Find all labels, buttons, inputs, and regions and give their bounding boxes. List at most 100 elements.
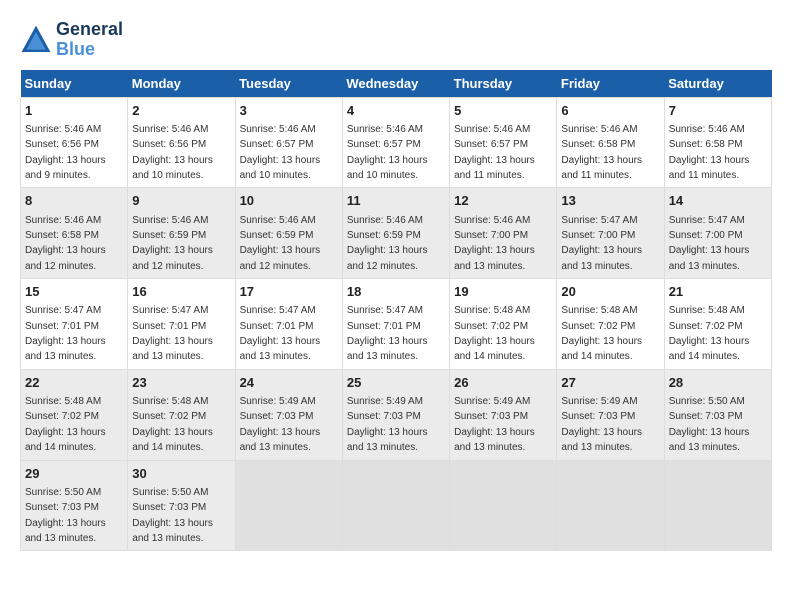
calendar-week-row: 22 Sunrise: 5:48 AMSunset: 7:02 PMDayligh… [21, 369, 772, 460]
day-number: 22 [25, 374, 123, 392]
day-number: 28 [669, 374, 767, 392]
day-number: 9 [132, 192, 230, 210]
calendar-cell [235, 460, 342, 551]
cell-content: Sunrise: 5:47 AMSunset: 7:00 PMDaylight:… [669, 215, 750, 272]
cell-content: Sunrise: 5:46 AMSunset: 6:57 PMDaylight:… [347, 124, 428, 181]
cell-content: Sunrise: 5:49 AMSunset: 7:03 PMDaylight:… [454, 396, 535, 453]
cell-content: Sunrise: 5:46 AMSunset: 6:59 PMDaylight:… [240, 215, 321, 272]
page-header: General Blue [20, 20, 772, 60]
day-number: 14 [669, 192, 767, 210]
day-number: 20 [561, 283, 659, 301]
calendar-cell [557, 460, 664, 551]
calendar-table: SundayMondayTuesdayWednesdayThursdayFrid… [20, 70, 772, 552]
calendar-cell: 4 Sunrise: 5:46 AMSunset: 6:57 PMDaylight… [342, 97, 449, 188]
calendar-cell: 13 Sunrise: 5:47 AMSunset: 7:00 PMDayligh… [557, 188, 664, 279]
calendar-header-cell: Thursday [450, 70, 557, 98]
cell-content: Sunrise: 5:46 AMSunset: 6:58 PMDaylight:… [669, 124, 750, 181]
cell-content: Sunrise: 5:48 AMSunset: 7:02 PMDaylight:… [561, 305, 642, 362]
day-number: 13 [561, 192, 659, 210]
calendar-cell: 26 Sunrise: 5:49 AMSunset: 7:03 PMDayligh… [450, 369, 557, 460]
cell-content: Sunrise: 5:46 AMSunset: 6:56 PMDaylight:… [25, 124, 106, 181]
calendar-cell: 8 Sunrise: 5:46 AMSunset: 6:58 PMDaylight… [21, 188, 128, 279]
day-number: 25 [347, 374, 445, 392]
calendar-cell: 19Sunrise: 5:48 AMSunset: 7:02 PMDayligh… [450, 279, 557, 370]
cell-content: Sunrise: 5:48 AMSunset: 7:02 PMDaylight:… [669, 305, 750, 362]
cell-content: Sunrise: 5:49 AMSunset: 7:03 PMDaylight:… [347, 396, 428, 453]
cell-content: Sunrise: 5:50 AMSunset: 7:03 PMDaylight:… [25, 487, 106, 544]
cell-content: Sunrise: 5:47 AMSunset: 7:01 PMDaylight:… [240, 305, 321, 362]
calendar-cell: 14 Sunrise: 5:47 AMSunset: 7:00 PMDayligh… [664, 188, 771, 279]
day-number: 21 [669, 283, 767, 301]
cell-content: Sunrise: 5:46 AMSunset: 6:57 PMDaylight:… [240, 124, 321, 181]
calendar-cell [664, 460, 771, 551]
calendar-cell: 10 Sunrise: 5:46 AMSunset: 6:59 PMDayligh… [235, 188, 342, 279]
cell-content: Sunrise: 5:50 AMSunset: 7:03 PMDaylight:… [132, 487, 213, 544]
day-number: 4 [347, 102, 445, 120]
calendar-cell: 23 Sunrise: 5:48 AMSunset: 7:02 PMDayligh… [128, 369, 235, 460]
cell-content: Sunrise: 5:46 AMSunset: 6:57 PMDaylight:… [454, 124, 535, 181]
day-number: 1 [25, 102, 123, 120]
cell-content: Sunrise: 5:49 AMSunset: 7:03 PMDaylight:… [240, 396, 321, 453]
day-number: 3 [240, 102, 338, 120]
cell-content: Sunrise: 5:48 AMSunset: 7:02 PMDaylight:… [132, 396, 213, 453]
cell-content: Sunrise: 5:47 AMSunset: 7:00 PMDaylight:… [561, 215, 642, 272]
day-number: 8 [25, 192, 123, 210]
calendar-cell: 17 Sunrise: 5:47 AMSunset: 7:01 PMDayligh… [235, 279, 342, 370]
calendar-header-cell: Friday [557, 70, 664, 98]
cell-content: Sunrise: 5:47 AMSunset: 7:01 PMDaylight:… [25, 305, 106, 362]
calendar-cell: 24 Sunrise: 5:49 AMSunset: 7:03 PMDayligh… [235, 369, 342, 460]
logo: General Blue [20, 20, 123, 60]
cell-content: Sunrise: 5:47 AMSunset: 7:01 PMDaylight:… [347, 305, 428, 362]
calendar-cell: 15 Sunrise: 5:47 AMSunset: 7:01 PMDayligh… [21, 279, 128, 370]
day-number: 26 [454, 374, 552, 392]
cell-content: Sunrise: 5:46 AMSunset: 7:00 PMDaylight:… [454, 215, 535, 272]
day-number: 10 [240, 192, 338, 210]
cell-content: Sunrise: 5:48 AMSunset: 7:02 PMDaylight:… [25, 396, 106, 453]
calendar-week-row: 15 Sunrise: 5:47 AMSunset: 7:01 PMDayligh… [21, 279, 772, 370]
logo-icon [20, 24, 52, 56]
logo-text: General Blue [56, 20, 123, 60]
day-number: 17 [240, 283, 338, 301]
calendar-week-row: 8 Sunrise: 5:46 AMSunset: 6:58 PMDaylight… [21, 188, 772, 279]
cell-content: Sunrise: 5:47 AMSunset: 7:01 PMDaylight:… [132, 305, 213, 362]
calendar-cell [342, 460, 449, 551]
calendar-cell: 18 Sunrise: 5:47 AMSunset: 7:01 PMDayligh… [342, 279, 449, 370]
day-number: 11 [347, 192, 445, 210]
calendar-cell: 16 Sunrise: 5:47 AMSunset: 7:01 PMDayligh… [128, 279, 235, 370]
calendar-body: 1 Sunrise: 5:46 AMSunset: 6:56 PMDaylight… [21, 97, 772, 551]
cell-content: Sunrise: 5:46 AMSunset: 6:59 PMDaylight:… [347, 215, 428, 272]
calendar-header-cell: Sunday [21, 70, 128, 98]
calendar-header-cell: Saturday [664, 70, 771, 98]
calendar-cell: 11 Sunrise: 5:46 AMSunset: 6:59 PMDayligh… [342, 188, 449, 279]
calendar-cell: 27 Sunrise: 5:49 AMSunset: 7:03 PMDayligh… [557, 369, 664, 460]
cell-content: Sunrise: 5:49 AMSunset: 7:03 PMDaylight:… [561, 396, 642, 453]
calendar-cell: 5Sunrise: 5:46 AMSunset: 6:57 PMDaylight… [450, 97, 557, 188]
cell-content: Sunrise: 5:46 AMSunset: 6:56 PMDaylight:… [132, 124, 213, 181]
day-number: 27 [561, 374, 659, 392]
day-number: 23 [132, 374, 230, 392]
calendar-cell: 20 Sunrise: 5:48 AMSunset: 7:02 PMDayligh… [557, 279, 664, 370]
calendar-cell: 1 Sunrise: 5:46 AMSunset: 6:56 PMDaylight… [21, 97, 128, 188]
calendar-header-cell: Monday [128, 70, 235, 98]
day-number: 7 [669, 102, 767, 120]
day-number: 15 [25, 283, 123, 301]
cell-content: Sunrise: 5:46 AMSunset: 6:59 PMDaylight:… [132, 215, 213, 272]
calendar-cell: 9 Sunrise: 5:46 AMSunset: 6:59 PMDaylight… [128, 188, 235, 279]
calendar-cell: 3 Sunrise: 5:46 AMSunset: 6:57 PMDaylight… [235, 97, 342, 188]
calendar-cell: 2 Sunrise: 5:46 AMSunset: 6:56 PMDaylight… [128, 97, 235, 188]
calendar-cell: 29Sunrise: 5:50 AMSunset: 7:03 PMDayligh… [21, 460, 128, 551]
cell-content: Sunrise: 5:46 AMSunset: 6:58 PMDaylight:… [25, 215, 106, 272]
day-number: 18 [347, 283, 445, 301]
day-number: 2 [132, 102, 230, 120]
calendar-cell [450, 460, 557, 551]
calendar-week-row: 1 Sunrise: 5:46 AMSunset: 6:56 PMDaylight… [21, 97, 772, 188]
day-number: 24 [240, 374, 338, 392]
cell-content: Sunrise: 5:46 AMSunset: 6:58 PMDaylight:… [561, 124, 642, 181]
day-number: 16 [132, 283, 230, 301]
calendar-cell: 21 Sunrise: 5:48 AMSunset: 7:02 PMDayligh… [664, 279, 771, 370]
calendar-cell: 22 Sunrise: 5:48 AMSunset: 7:02 PMDayligh… [21, 369, 128, 460]
calendar-cell: 12Sunrise: 5:46 AMSunset: 7:00 PMDayligh… [450, 188, 557, 279]
calendar-header-cell: Wednesday [342, 70, 449, 98]
calendar-cell: 28Sunrise: 5:50 AMSunset: 7:03 PMDayligh… [664, 369, 771, 460]
calendar-cell: 30Sunrise: 5:50 AMSunset: 7:03 PMDayligh… [128, 460, 235, 551]
